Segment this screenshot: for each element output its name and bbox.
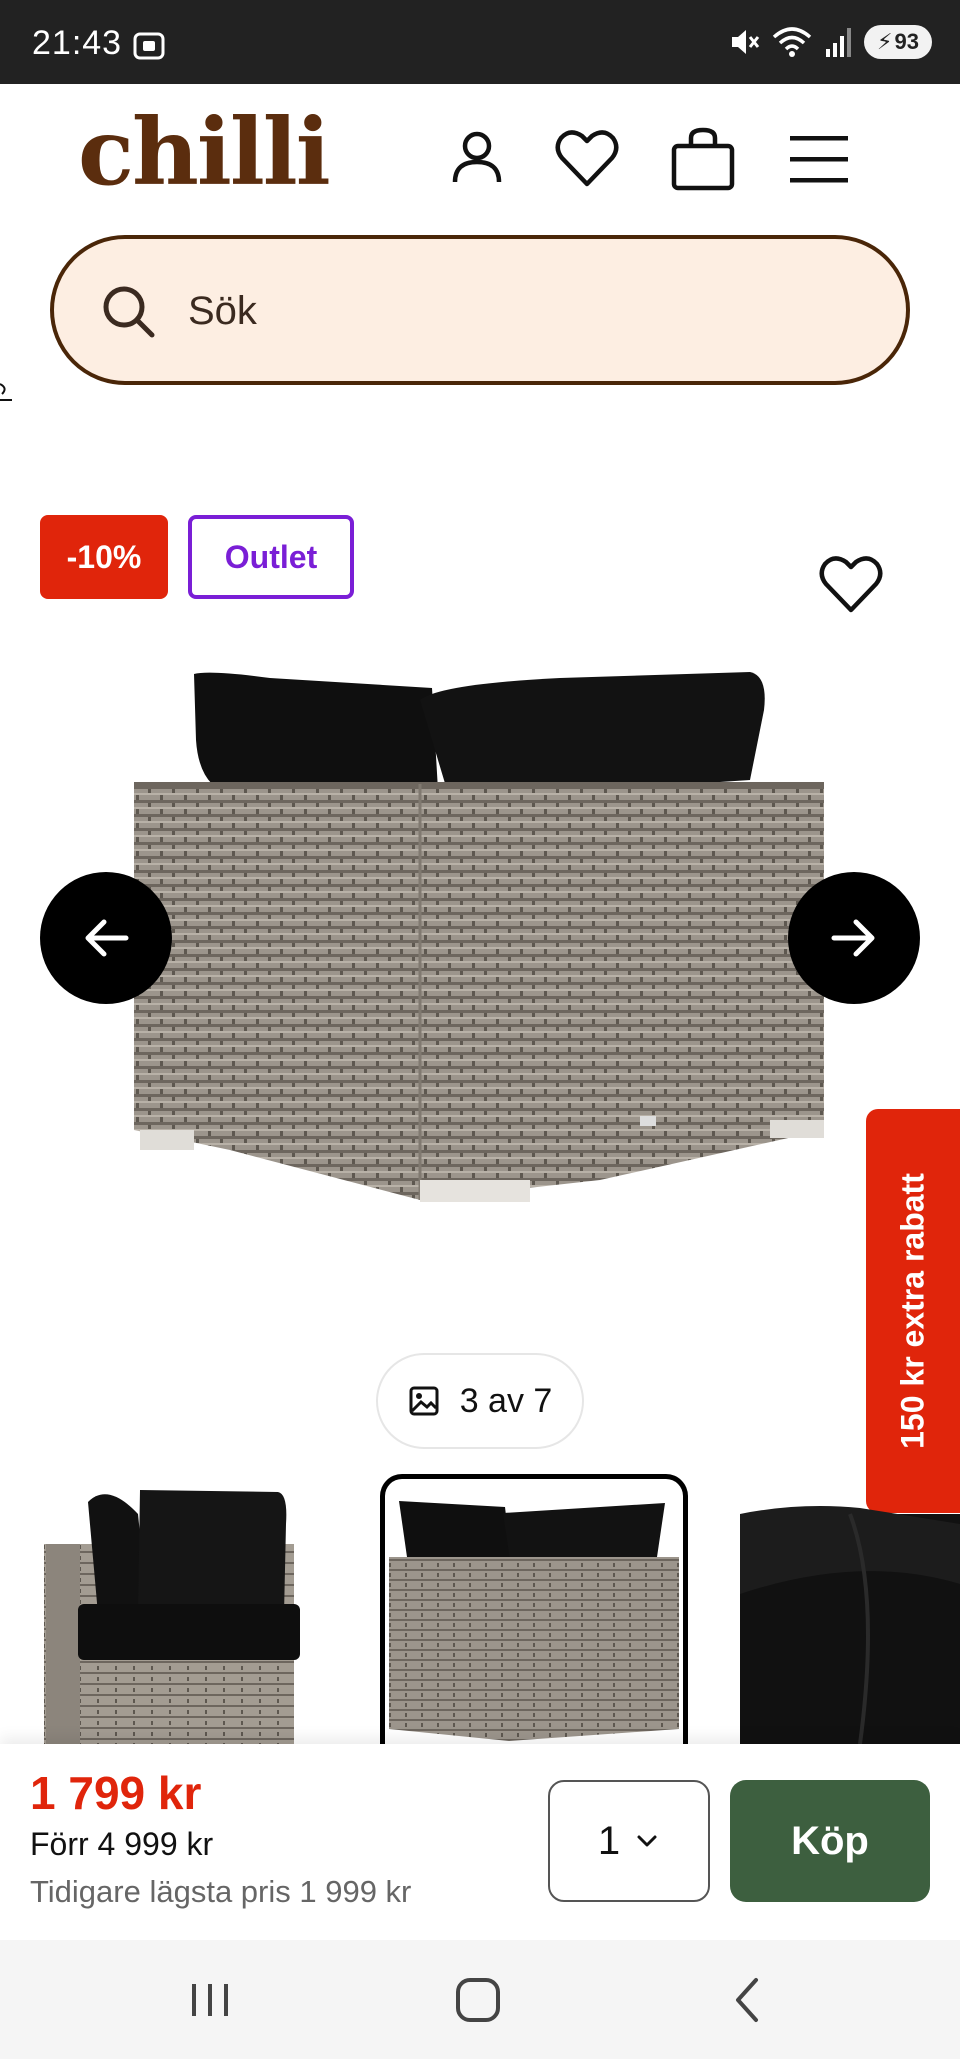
arrow-left-icon — [85, 919, 129, 957]
arrow-right-icon — [831, 919, 875, 957]
search-icon — [103, 286, 155, 338]
next-image-button[interactable] — [788, 872, 920, 1004]
thumbnail-2-image — [389, 1501, 679, 1741]
wifi-icon — [772, 27, 812, 57]
battery-level: 93 — [894, 29, 919, 54]
previous-image-button[interactable] — [40, 872, 172, 1004]
wishlist-heart-icon[interactable] — [552, 124, 622, 194]
status-time: 21:43 — [32, 24, 123, 62]
thumbnail-3[interactable] — [740, 1474, 960, 1744]
search-bar[interactable] — [50, 235, 910, 385]
thumbnail-2[interactable] — [380, 1474, 688, 1744]
product-main-image[interactable] — [120, 660, 840, 1220]
extra-discount-label: 150 kr extra rabatt — [894, 1173, 931, 1449]
chilli-logo[interactable]: chilli — [78, 106, 331, 198]
previous-price: Förr 4 999 kr — [30, 1826, 214, 1862]
back-icon[interactable] — [718, 1970, 778, 2030]
image-gallery-icon — [409, 1386, 439, 1416]
lowest-previous-price: Tidigare lägsta pris 1 999 kr — [30, 1874, 412, 1909]
buy-bar: 1 799 kr Förr 4 999 kr Tidigare lägsta p… — [0, 1744, 960, 1940]
thumbnail-3-image — [740, 1506, 960, 1744]
chevron-down-icon — [637, 1835, 657, 1847]
menu-hamburger-icon[interactable] — [784, 124, 854, 194]
status-icons: ⚡ 93 — [726, 22, 932, 62]
image-counter[interactable]: 3 av 7 — [376, 1353, 584, 1449]
thumbnail-1-image — [44, 1490, 300, 1744]
image-counter-label: 3 av 7 — [459, 1381, 553, 1420]
current-price: 1 799 kr — [30, 1767, 202, 1819]
discount-badge: -10% — [40, 515, 168, 599]
system-navigation-bar — [0, 1940, 960, 2059]
edge-fragment-icon — [0, 383, 12, 401]
outlet-badge: Outlet — [188, 515, 354, 599]
status-bar: 21:43 ⚡ 93 — [0, 0, 960, 84]
battery-bolt-icon: ⚡ — [877, 29, 893, 54]
thumbnail-1[interactable] — [38, 1474, 308, 1744]
recents-icon[interactable] — [180, 1970, 240, 2030]
signal-icon — [826, 28, 851, 57]
account-icon[interactable] — [442, 124, 512, 194]
search-input[interactable] — [188, 279, 788, 343]
quantity-select[interactable]: 1 — [548, 1780, 710, 1902]
buy-button[interactable]: Köp — [730, 1780, 930, 1902]
screenshot-icon — [133, 32, 165, 60]
site-header: chilli — [0, 84, 960, 234]
battery-icon: ⚡ 93 — [864, 25, 932, 59]
extra-discount-tab[interactable]: 150 kr extra rabatt — [866, 1109, 960, 1513]
favorite-heart-icon[interactable] — [816, 552, 886, 616]
quantity-value: 1 — [597, 1818, 621, 1863]
mute-icon — [732, 30, 760, 54]
cart-bag-icon[interactable] — [668, 124, 738, 194]
home-icon[interactable] — [448, 1970, 508, 2030]
